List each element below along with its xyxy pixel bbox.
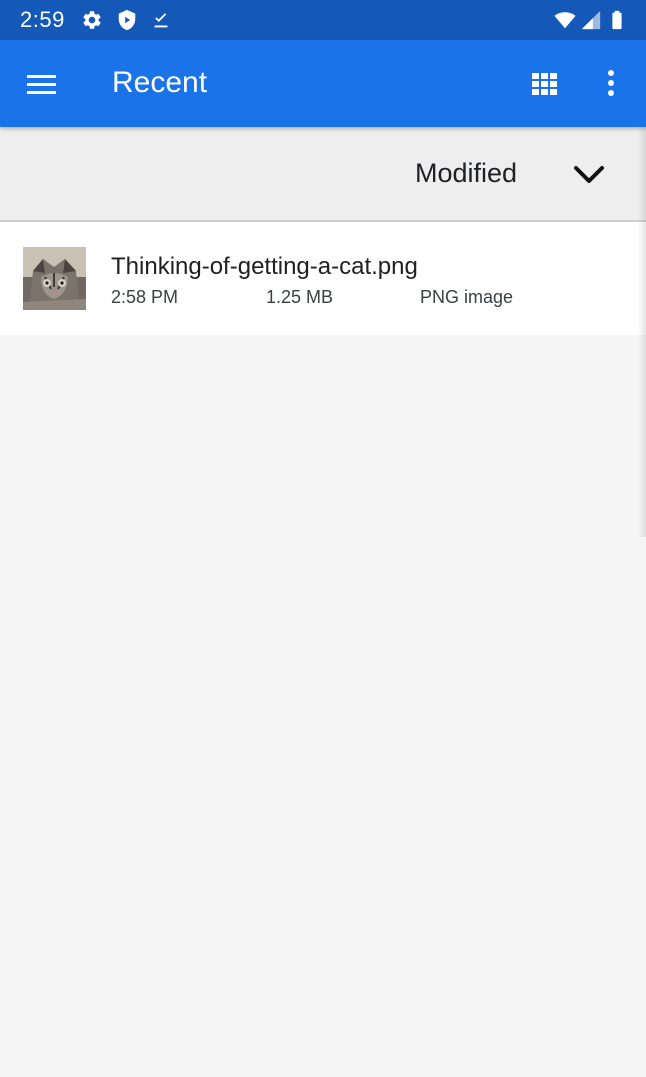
file-modified-time: 2:58 PM	[111, 287, 179, 307]
status-time: 2:59	[20, 7, 65, 32]
file-thumbnail	[23, 247, 86, 310]
gear-icon	[83, 11, 101, 29]
hamburger-menu-icon[interactable]	[20, 64, 64, 104]
file-size: 1.25 MB	[266, 287, 334, 307]
battery-icon	[612, 10, 622, 30]
file-type: PNG image	[420, 287, 514, 307]
cell-signal-icon	[581, 10, 601, 30]
file-name: Thinking-of-getting-a-cat.png	[111, 253, 418, 280]
page-title: Recent	[112, 66, 208, 99]
more-vert-icon[interactable]	[596, 64, 626, 104]
wifi-icon	[554, 12, 576, 29]
sort-label[interactable]: Modified	[415, 156, 517, 190]
drawer-edge-shadow	[638, 127, 646, 537]
chevron-down-icon[interactable]	[567, 154, 611, 194]
download-done-icon	[154, 13, 168, 28]
list-item[interactable]: Thinking-of-getting-a-cat.png 2:58 PM 1.…	[0, 222, 646, 335]
empty-content-area	[0, 335, 646, 1077]
shield-icon	[118, 9, 136, 31]
grid-view-icon[interactable]	[523, 64, 567, 104]
sort-bar[interactable]: Modified	[0, 127, 646, 222]
status-bar: 2:59	[0, 0, 646, 40]
app-bar: Recent	[0, 40, 646, 127]
